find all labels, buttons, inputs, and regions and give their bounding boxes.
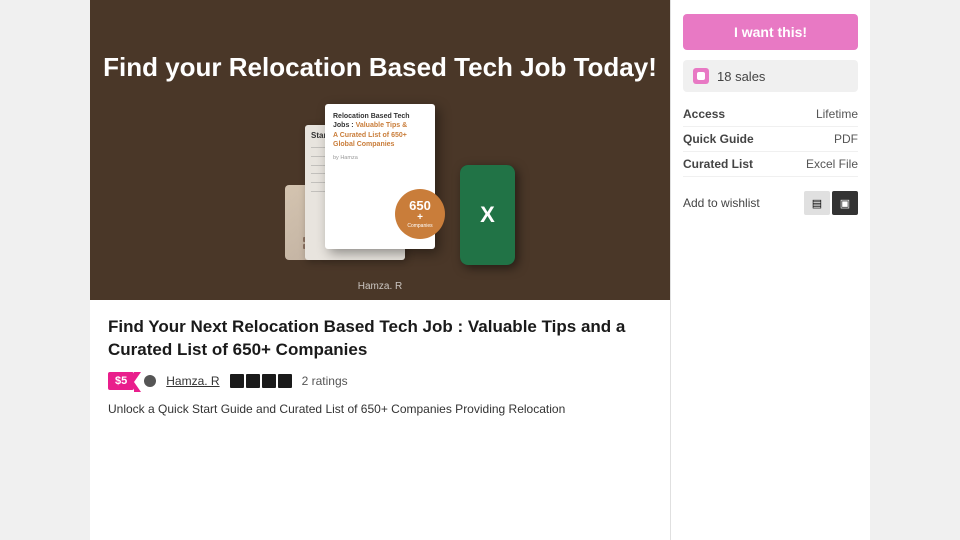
hero-author: Hamza. R xyxy=(358,281,402,292)
price-badge: $5 xyxy=(108,372,134,390)
badge-plus: + xyxy=(417,212,423,223)
rating-block-4 xyxy=(278,374,292,388)
rating-blocks xyxy=(230,374,292,388)
badge-circle: 650 + Companies xyxy=(395,189,445,239)
rating-block-2 xyxy=(246,374,260,388)
book-mockup: Started: ───────────────────────────────… xyxy=(325,104,435,249)
right-panel: I want this! 18 sales Access Lifetime Qu… xyxy=(670,0,870,540)
badge-number: 650 xyxy=(409,199,431,212)
wishlist-label: Add to wishlist xyxy=(683,196,798,210)
access-row: Access Lifetime xyxy=(683,102,858,127)
quick-guide-row: Quick Guide PDF xyxy=(683,127,858,152)
access-label: Access xyxy=(683,102,784,127)
rating-block-1 xyxy=(230,374,244,388)
rating-block-3 xyxy=(262,374,276,388)
avatar xyxy=(144,375,156,387)
sales-icon xyxy=(693,68,709,84)
quick-guide-value: PDF xyxy=(784,127,858,152)
wishlist-buttons: ▤ ▣ xyxy=(804,191,858,215)
author-name[interactable]: Hamza. R xyxy=(166,374,219,388)
main-container: Find your Relocation Based Tech Job Toda… xyxy=(90,0,670,540)
product-description: Unlock a Quick Start Guide and Curated L… xyxy=(108,400,652,418)
ratings-count: 2 ratings xyxy=(302,374,348,388)
sales-icon-inner xyxy=(697,72,705,80)
want-button[interactable]: I want this! xyxy=(683,14,858,50)
book-cover: Relocation Based TechJobs : Valuable Tip… xyxy=(325,104,435,249)
book-cover-title: Relocation Based TechJobs : Valuable Tip… xyxy=(333,112,410,148)
info-table: Access Lifetime Quick Guide PDF Curated … xyxy=(683,102,858,177)
excel-icon: X xyxy=(480,202,495,228)
product-title: Find Your Next Relocation Based Tech Job… xyxy=(108,316,652,362)
wishlist-row: Add to wishlist ▤ ▣ xyxy=(683,191,858,215)
hero-title: Find your Relocation Based Tech Job Toda… xyxy=(103,51,657,85)
wishlist-btn-dark[interactable]: ▣ xyxy=(832,191,858,215)
curated-list-label: Curated List xyxy=(683,152,784,177)
wishlist-btn-light[interactable]: ▤ xyxy=(804,191,830,215)
sales-text: 18 sales xyxy=(717,69,765,84)
hero-section: Find your Relocation Based Tech Job Toda… xyxy=(90,0,670,300)
access-value: Lifetime xyxy=(784,102,858,127)
curated-list-row: Curated List Excel File xyxy=(683,152,858,177)
book-author: by Hamza xyxy=(333,155,358,161)
phone-screen: X xyxy=(460,165,515,265)
meta-row: $5 Hamza. R 2 ratings xyxy=(108,372,652,390)
badge-companies: Companies xyxy=(407,223,432,229)
content-section: Find Your Next Relocation Based Tech Job… xyxy=(90,300,670,540)
phone-mockup: X xyxy=(460,165,515,265)
page-wrapper: Find your Relocation Based Tech Job Toda… xyxy=(0,0,960,540)
quick-guide-label: Quick Guide xyxy=(683,127,784,152)
curated-list-value: Excel File xyxy=(784,152,858,177)
sales-badge: 18 sales xyxy=(683,60,858,92)
